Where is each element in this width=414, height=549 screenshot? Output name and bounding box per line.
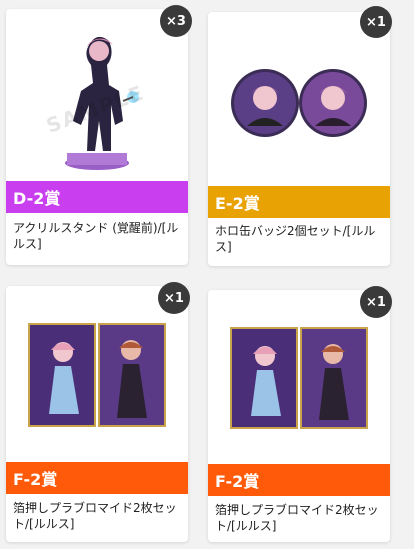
quantity-badge: ×1 xyxy=(360,6,392,38)
can-badges-image xyxy=(208,66,390,140)
prize-card-f2[interactable]: F-2賞 箔押しプラブロマイド2枚セット/[ルルス] ×1 xyxy=(6,282,190,542)
prize-item-name: ホロ缶バッジ2個セット/[ルルス] xyxy=(215,224,376,254)
prize-card-d2[interactable]: SAMPLE D-2賞 アクリルスタンド (覚醒前)/[ルルス] ×3 xyxy=(6,5,192,265)
prize-label-bar: E-2賞 xyxy=(208,186,390,218)
prize-label-bar: F-2賞 xyxy=(208,464,390,496)
prize-item-name: 箔押しプラブロマイド2枚セット/[ルルス] xyxy=(215,503,379,533)
quantity-badge: ×1 xyxy=(360,286,392,318)
prize-card-f2[interactable]: F-2賞 箔押しプラブロマイド2枚セット/[ルルス] ×1 xyxy=(208,286,392,542)
prize-card-e2[interactable]: E-2賞 ホロ缶バッジ2個セット/[ルルス] ×1 xyxy=(208,6,392,266)
quantity-badge: ×1 xyxy=(158,282,190,314)
bromide-cards-image xyxy=(6,322,188,428)
prize-item-name: 箔押しプラブロマイド2枚セット/[ルルス] xyxy=(13,501,177,531)
prize-item-name: アクリルスタンド (覚醒前)/[ルルス] xyxy=(13,221,179,251)
prize-label-bar: D-2賞 xyxy=(6,181,188,213)
quantity-badge: ×3 xyxy=(160,5,192,37)
prize-label-bar: F-2賞 xyxy=(6,462,188,494)
bromide-cards-image xyxy=(208,326,390,430)
